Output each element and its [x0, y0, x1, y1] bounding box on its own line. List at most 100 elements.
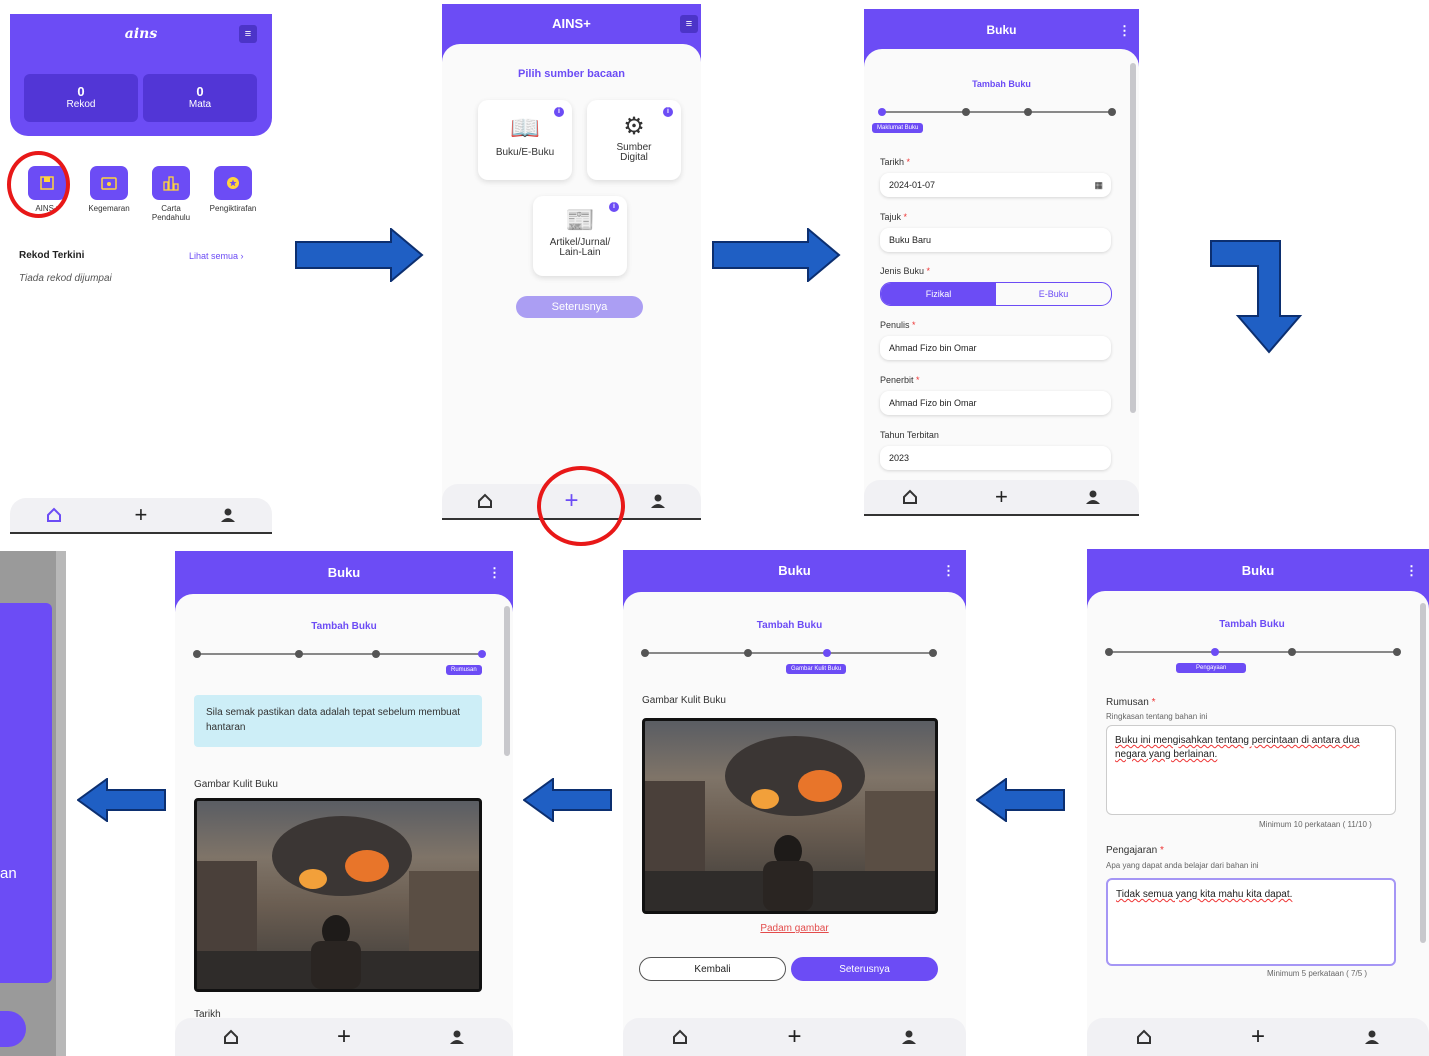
publisher-field[interactable]: Ahmad Fizo bin Omar: [880, 391, 1111, 415]
step-label: Pengayaan: [1176, 663, 1247, 673]
action-pengiktirafan[interactable]: Pengiktirafan: [203, 166, 263, 213]
profile-icon[interactable]: [216, 503, 240, 527]
label-tarikh: Tarikh *: [880, 157, 911, 167]
add-icon[interactable]: +: [989, 484, 1013, 509]
see-all-link[interactable]: Lihat semua ›: [189, 251, 244, 261]
stepper: [193, 650, 486, 658]
action-kegemaran[interactable]: Kegemaran: [79, 166, 139, 213]
scrollbar[interactable]: [1420, 603, 1426, 943]
home-icon[interactable]: [898, 485, 922, 509]
home-icon[interactable]: [219, 1025, 243, 1049]
war-scene-image: [197, 816, 479, 989]
arrow-left-icon: [77, 778, 166, 822]
next-button[interactable]: Seterusnya: [791, 957, 938, 981]
arrow-right-icon: [295, 228, 424, 282]
profile-icon[interactable]: [646, 489, 670, 513]
more-icon[interactable]: ⋮: [1405, 563, 1418, 579]
book-icon: 📖: [510, 115, 540, 142]
source-prompt: Pilih sumber bacaan: [518, 68, 625, 80]
label-tajuk: Tajuk *: [880, 212, 908, 222]
scrollbar[interactable]: [504, 606, 510, 756]
profile-icon[interactable]: [897, 1025, 921, 1049]
home-icon[interactable]: [473, 489, 497, 513]
cover-image: [642, 718, 938, 914]
add-icon[interactable]: +: [129, 502, 153, 527]
info-icon[interactable]: i: [609, 202, 619, 212]
more-icon[interactable]: ⋮: [488, 565, 501, 581]
type-fizikal[interactable]: Fizikal: [881, 283, 996, 305]
form-subtitle: Tambah Buku: [756, 620, 823, 631]
date-field[interactable]: 2024-01-07 ▦: [880, 173, 1111, 197]
more-icon[interactable]: ⋮: [1118, 23, 1131, 39]
arrow-right-icon: [712, 228, 841, 282]
next-button[interactable]: Seterusnya: [516, 296, 643, 318]
image-label: Gambar Kulit Buku: [194, 779, 278, 790]
image-label: Gambar Kulit Buku: [642, 695, 726, 706]
screen-cover-image: Buku ⋮ Tambah Buku Gambar Kulit Buku Gam…: [623, 550, 966, 1056]
screen-home: ains ≡ 0 Rekod 0 Mata AINS+ Kegemaran Ca…: [10, 14, 272, 534]
review-notice: Sila semak pastikan data adalah tepat se…: [194, 695, 482, 747]
label-pengajaran: Pengajaran *: [1106, 845, 1164, 856]
lesson-textarea[interactable]: Tidak semua yang kita mahu kita dapat.: [1106, 878, 1396, 966]
hint-rumusan: Ringkasan tentang bahan ini: [1106, 712, 1208, 721]
add-icon[interactable]: +: [782, 1023, 806, 1050]
back-button[interactable]: Kembali: [639, 957, 786, 981]
bottom-nav: +: [1087, 1018, 1429, 1056]
cover-image: [194, 798, 482, 992]
bottom-nav: +: [175, 1018, 513, 1056]
label-penerbit: Penerbit *: [880, 375, 920, 385]
empty-text: Tiada rekod dijumpai: [19, 273, 112, 284]
add-icon[interactable]: +: [1246, 1023, 1270, 1050]
info-icon[interactable]: i: [663, 107, 673, 117]
stepper: [641, 649, 937, 657]
screen-cropped: an: [0, 551, 66, 1056]
more-icon[interactable]: ⋮: [942, 563, 955, 579]
scrollbar[interactable]: [1130, 63, 1136, 413]
home-icon[interactable]: [42, 503, 66, 527]
menu-icon[interactable]: ≡: [239, 25, 257, 43]
action-carta-pendahulu[interactable]: Carta Pendahulu: [141, 166, 201, 222]
stepper: [1105, 648, 1401, 656]
dialog-panel: an: [0, 603, 52, 983]
label-penulis: Penulis *: [880, 320, 916, 330]
home-icon[interactable]: [668, 1025, 692, 1049]
leaderboard-icon: [163, 176, 179, 191]
highlight-circle-add: [537, 466, 625, 546]
step-label: Gambar Kulit Buku: [786, 664, 847, 674]
stat-mata: 0 Mata: [143, 74, 257, 122]
stat-rekod: 0 Rekod: [24, 74, 138, 122]
form-subtitle: Tambah Buku: [972, 79, 1031, 89]
arrow-turn-down-icon: [1210, 240, 1303, 354]
summary-count: Minimum 10 perkataan ( 11/10 ): [1259, 820, 1372, 829]
war-scene-image: [645, 736, 935, 911]
type-toggle[interactable]: Fizikal E-Buku: [880, 282, 1112, 306]
profile-icon[interactable]: [445, 1025, 469, 1049]
profile-icon[interactable]: [1081, 485, 1105, 509]
lesson-count: Minimum 5 perkataan ( 7/5 ): [1267, 969, 1368, 978]
info-icon[interactable]: i: [554, 107, 564, 117]
form-subtitle: Tambah Buku: [1219, 619, 1285, 630]
home-icon[interactable]: [1132, 1025, 1156, 1049]
award-icon: [227, 177, 239, 189]
summary-textarea[interactable]: Buku ini mengisahkan tentang percintaan …: [1106, 725, 1396, 815]
author-field[interactable]: Ahmad Fizo bin Omar: [880, 336, 1111, 360]
highlight-circle-ains: [7, 151, 70, 218]
menu-icon[interactable]: ≡: [680, 15, 698, 33]
year-field[interactable]: 2023: [880, 446, 1111, 470]
dialog-partial-text: an: [0, 865, 17, 882]
form-subtitle: Tambah Buku: [311, 621, 377, 632]
add-icon[interactable]: +: [332, 1023, 356, 1050]
label-tahun: Tahun Terbitan: [880, 430, 939, 440]
hint-pengajaran: Apa yang dapat anda belajar dari bahan i…: [1106, 861, 1259, 870]
calendar-icon[interactable]: ▦: [1094, 180, 1103, 191]
type-ebuku[interactable]: E-Buku: [996, 283, 1111, 305]
title-field[interactable]: Buku Baru: [880, 228, 1111, 252]
recent-title: Rekod Terkini: [19, 250, 85, 261]
profile-icon[interactable]: [1360, 1025, 1384, 1049]
delete-image-link[interactable]: Padam gambar: [623, 923, 966, 934]
bottom-nav: +: [864, 480, 1139, 516]
bottom-nav: +: [623, 1018, 966, 1056]
chevron-right-icon: ›: [240, 251, 244, 261]
label-jenis: Jenis Buku *: [880, 266, 931, 276]
dialog-button[interactable]: [0, 1011, 26, 1047]
